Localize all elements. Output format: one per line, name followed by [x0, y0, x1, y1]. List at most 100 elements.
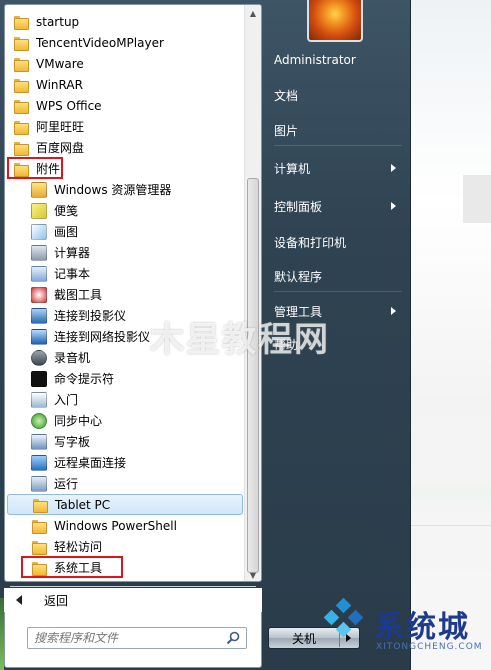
- right-menu-label: 帮助: [274, 337, 299, 352]
- program-label: 阿里旺旺: [36, 120, 85, 134]
- scroll-up-arrow-icon[interactable]: ▲: [245, 5, 261, 21]
- program-item[interactable]: Windows 资源管理器: [7, 179, 243, 200]
- program-label: 百度网盘: [36, 141, 85, 155]
- cmd-icon: [31, 370, 47, 387]
- getting-started-icon: [31, 391, 47, 408]
- sync-center-icon: [31, 412, 47, 429]
- right-menu-label: 图片: [274, 123, 299, 138]
- projector-icon: [31, 307, 47, 324]
- scroll-down-arrow-icon[interactable]: ▼: [245, 567, 261, 581]
- program-item[interactable]: 录音机: [7, 347, 243, 368]
- right-menu-item[interactable]: 计算机: [268, 157, 408, 179]
- right-menu-label: 计算机: [274, 161, 311, 176]
- program-label: 入门: [54, 393, 79, 407]
- menu-separator: [274, 145, 402, 146]
- search-box[interactable]: [27, 627, 247, 649]
- folder-icon: [13, 140, 29, 156]
- menu-separator: [274, 291, 402, 292]
- program-item[interactable]: WPS Office: [7, 95, 243, 116]
- program-label: 便笺: [54, 204, 79, 218]
- run-icon: [31, 475, 47, 492]
- back-label: 返回: [44, 593, 69, 608]
- folder-icon: [31, 539, 47, 555]
- program-item[interactable]: 画图: [7, 221, 243, 242]
- folder-icon: [13, 14, 29, 30]
- program-label: VMware: [36, 56, 84, 71]
- right-menu-item[interactable]: 帮助: [268, 333, 408, 355]
- program-label: startup: [36, 14, 80, 29]
- program-label: 同步中心: [54, 414, 103, 428]
- programs-scrollbar[interactable]: ▲ ▼: [244, 5, 261, 581]
- program-label: 画图: [54, 225, 79, 239]
- scrollbar-thumb[interactable]: [247, 178, 259, 573]
- program-item[interactable]: 便笺: [7, 200, 243, 221]
- program-label: 连接到网络投影仪: [54, 330, 151, 344]
- program-item[interactable]: 连接到投影仪: [7, 305, 243, 326]
- right-menu-item[interactable]: 控制面板: [268, 195, 408, 217]
- program-label: WinRAR: [36, 77, 83, 92]
- program-label: 计算器: [54, 246, 91, 260]
- program-item[interactable]: WinRAR: [7, 74, 243, 95]
- right-menu-label: 控制面板: [274, 199, 323, 214]
- program-item[interactable]: 记事本: [7, 263, 243, 284]
- program-label: 远程桌面连接: [54, 456, 127, 470]
- shutdown-label: 关机: [291, 631, 316, 646]
- folder-icon: [13, 35, 29, 51]
- right-menu-item[interactable]: 默认程序: [268, 265, 408, 287]
- program-item[interactable]: 百度网盘: [7, 137, 243, 158]
- program-item[interactable]: 计算器: [7, 242, 243, 263]
- program-item[interactable]: Windows PowerShell: [7, 515, 243, 536]
- search-input[interactable]: [34, 631, 214, 645]
- shutdown-options-arrow-icon[interactable]: [346, 634, 351, 642]
- program-item[interactable]: 系统工具: [7, 557, 243, 578]
- folder-icon: [31, 518, 47, 534]
- back-button[interactable]: 返回: [4, 588, 262, 612]
- folder-icon: [13, 98, 29, 114]
- program-item[interactable]: 命令提示符: [7, 368, 243, 389]
- program-item[interactable]: 轻松访问: [7, 536, 243, 557]
- program-item[interactable]: 阿里旺旺: [7, 116, 243, 137]
- desktop-background: [411, 0, 491, 670]
- explorer-icon: [31, 181, 47, 198]
- right-menu-item[interactable]: 设备和打印机: [268, 231, 408, 253]
- program-label: Windows 资源管理器: [54, 183, 172, 197]
- calculator-icon: [31, 244, 47, 261]
- right-menu-item[interactable]: 图片: [268, 119, 408, 141]
- shutdown-button[interactable]: 关机: [268, 627, 360, 649]
- desktop-block: [411, 525, 491, 570]
- program-item[interactable]: 截图工具: [7, 284, 243, 305]
- program-label: TencentVideoMPlayer: [36, 35, 164, 50]
- program-label: 连接到投影仪: [54, 309, 127, 323]
- program-label: 录音机: [54, 351, 91, 365]
- program-item[interactable]: 附件: [7, 158, 243, 179]
- right-menu-label: 设备和打印机: [274, 235, 347, 250]
- user-avatar[interactable]: [307, 0, 363, 42]
- program-item[interactable]: startup: [7, 11, 243, 32]
- search-icon[interactable]: [226, 631, 240, 645]
- program-item[interactable]: 入门: [7, 389, 243, 410]
- program-item[interactable]: 连接到网络投影仪: [7, 326, 243, 347]
- program-item[interactable]: TencentVideoMPlayer: [7, 32, 243, 53]
- program-item[interactable]: 写字板: [7, 431, 243, 452]
- pane-divider: [10, 586, 256, 587]
- start-menu: ▲ ▼ startup TencentVideoMPlayer VMware WinR…: [0, 0, 411, 670]
- desktop-block: [411, 485, 491, 499]
- right-menu-item[interactable]: Administrator: [268, 49, 408, 71]
- submenu-arrow-icon: [391, 307, 396, 315]
- program-item[interactable]: Tablet PC: [7, 494, 243, 515]
- program-item[interactable]: 运行: [7, 473, 243, 494]
- wordpad-icon: [31, 433, 47, 450]
- folder-icon: [13, 56, 29, 72]
- sticky-notes-icon: [31, 202, 47, 219]
- program-item[interactable]: VMware: [7, 53, 243, 74]
- search-area: [4, 612, 262, 668]
- program-item[interactable]: 远程桌面连接: [7, 452, 243, 473]
- right-menu-item[interactable]: 文档: [268, 84, 408, 106]
- right-menu-label: 文档: [274, 88, 299, 103]
- submenu-arrow-icon: [391, 202, 396, 210]
- program-label: 写字板: [54, 435, 91, 449]
- submenu-arrow-icon: [391, 164, 396, 172]
- right-menu-item[interactable]: 管理工具: [268, 300, 408, 322]
- program-item[interactable]: 同步中心: [7, 410, 243, 431]
- microphone-icon: [31, 349, 47, 366]
